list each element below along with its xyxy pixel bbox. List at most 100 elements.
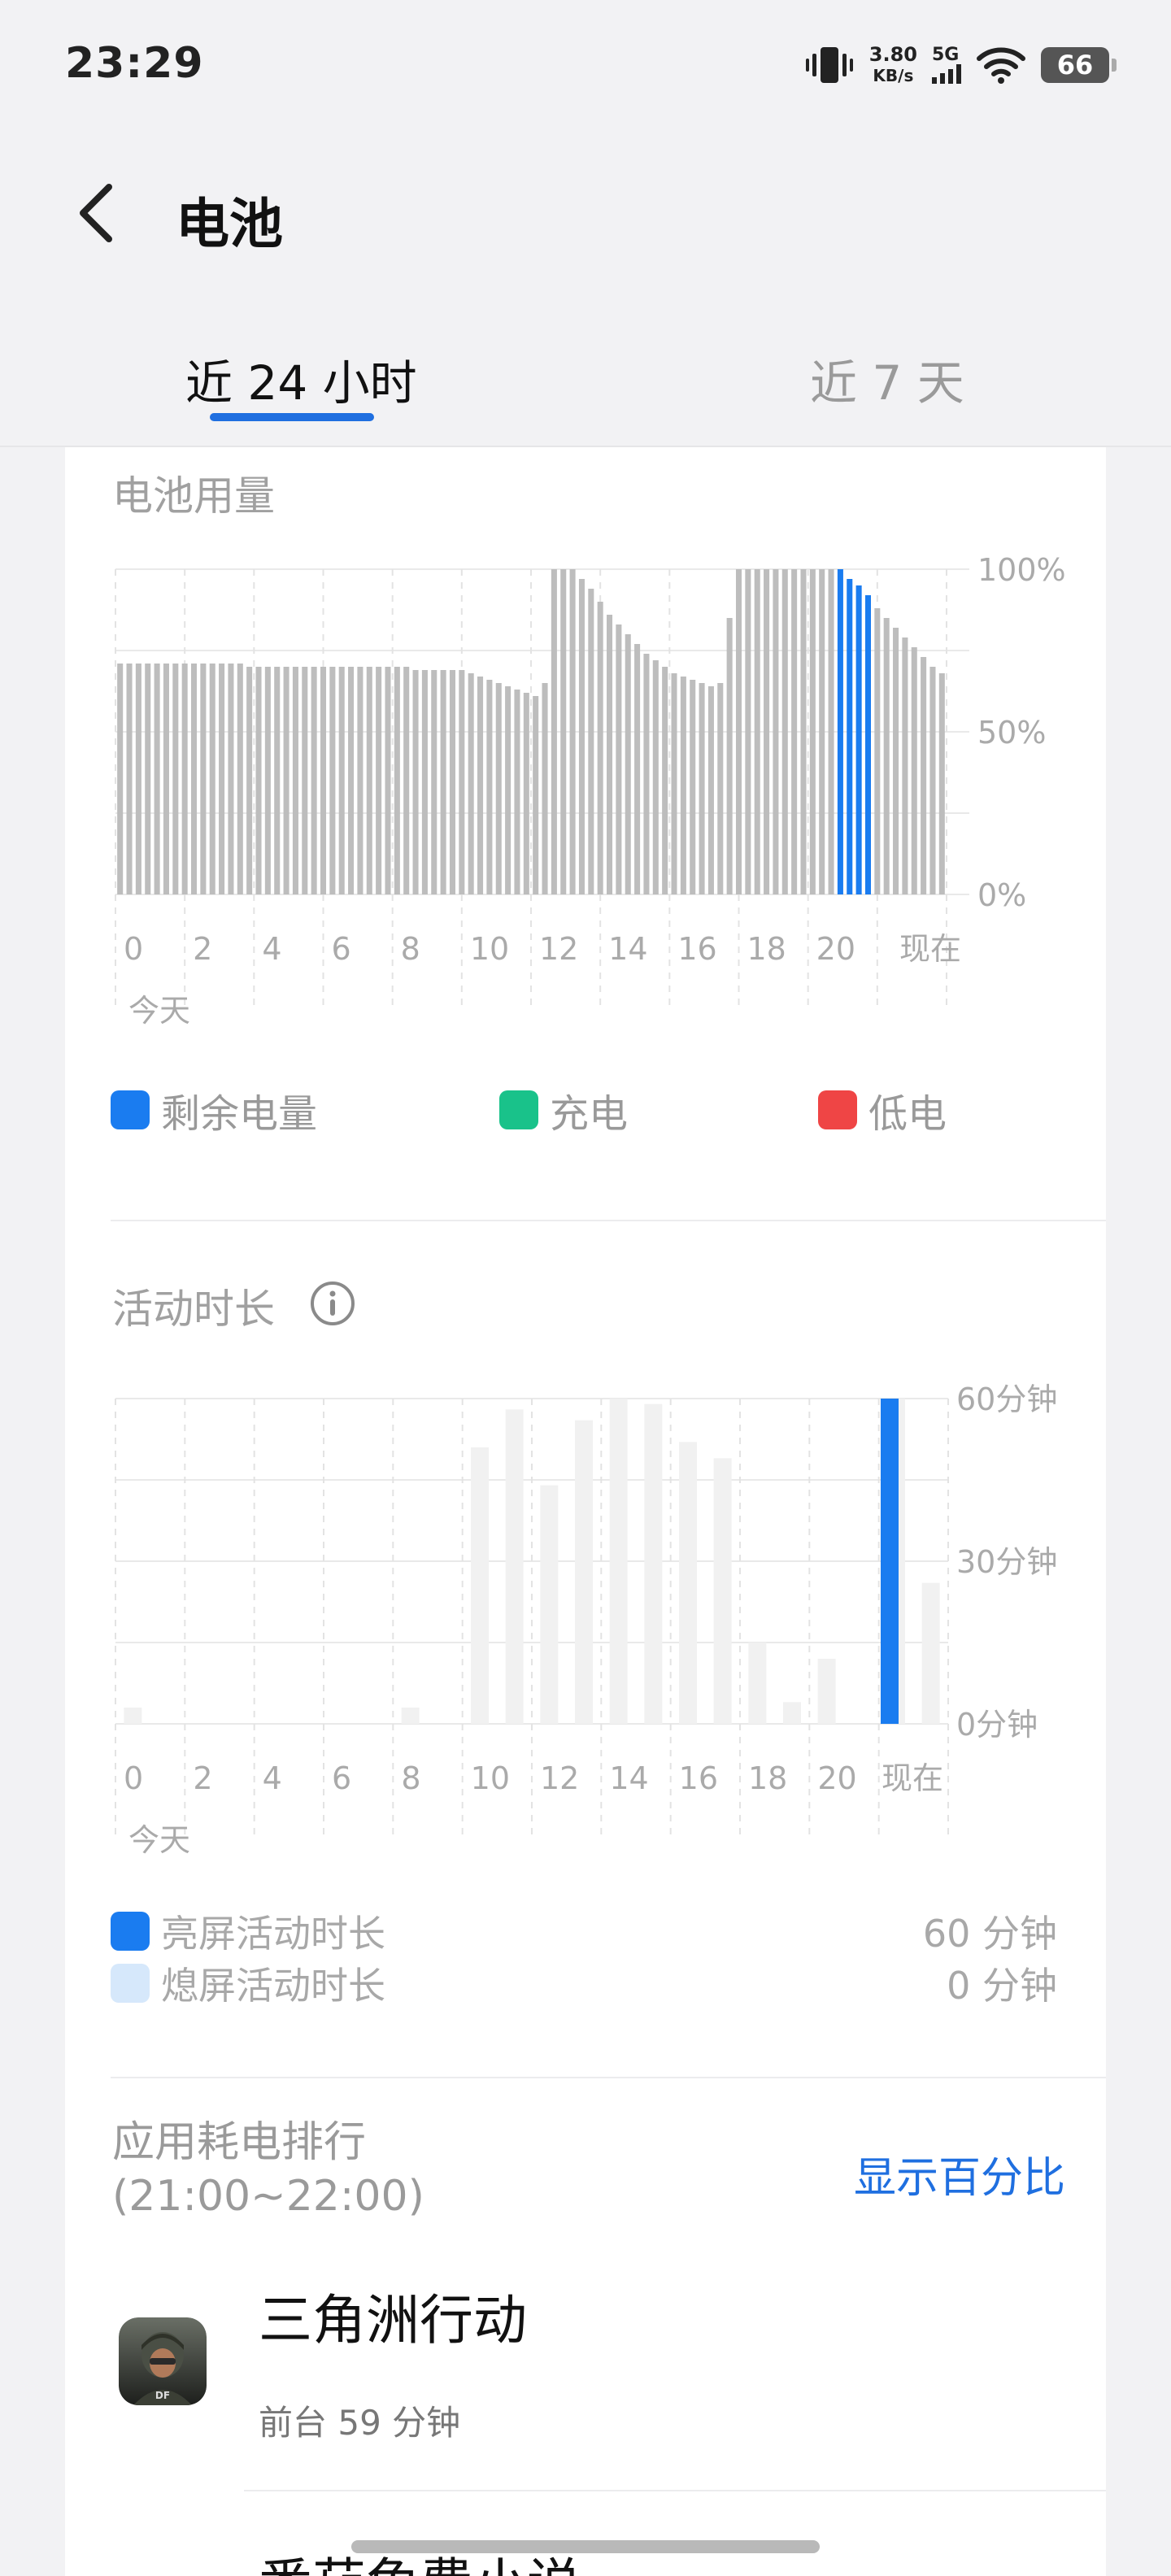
battery-bar	[449, 670, 455, 894]
status-icons: 3.80 KB/s 5G 66	[804, 36, 1117, 94]
battery-bar	[607, 615, 613, 894]
battery-bar	[690, 680, 696, 894]
legend-swatch-screen-off	[111, 1964, 150, 2003]
battery-bar	[154, 664, 160, 894]
battery-bar	[726, 618, 733, 894]
battery-bar	[366, 667, 372, 894]
network-speed-unit: KB/s	[873, 66, 914, 85]
x-tick-label: 20	[817, 1760, 856, 1796]
battery-bar	[421, 670, 428, 894]
ranking-title: 应用耗电排行 (21:00~22:00)	[112, 2116, 424, 2223]
svg-text:DF: DF	[155, 2390, 170, 2401]
battery-bar	[145, 664, 151, 894]
battery-indicator: 66	[1041, 47, 1117, 83]
battery-bar	[486, 680, 493, 894]
battery-bar	[172, 664, 179, 894]
screen-off-bar	[575, 1420, 593, 1724]
app-usage-detail: 前台 59 分钟	[259, 2403, 461, 2443]
network-type: 5G	[932, 45, 960, 65]
info-icon[interactable]	[309, 1280, 356, 1327]
section-divider	[111, 2077, 1106, 2078]
battery-bar	[523, 693, 529, 894]
screen-off-bar	[609, 1399, 628, 1724]
x-tick-label: 8	[401, 931, 420, 967]
x-tick-label: 8	[401, 1760, 420, 1796]
screen-off-bar	[471, 1447, 489, 1724]
x-tick-label: 4	[262, 931, 281, 967]
battery-bar	[938, 673, 945, 894]
battery-bar	[412, 670, 419, 894]
screen-on-duration: 60 分钟	[922, 1912, 1057, 1956]
legend-swatch-remaining	[111, 1090, 150, 1129]
battery-bar	[274, 667, 281, 894]
day-label: 今天	[128, 993, 190, 1029]
y-tick-label: 0分钟	[956, 1707, 1038, 1743]
battery-bar	[662, 667, 668, 894]
legend-swatch-screen-on	[111, 1912, 150, 1951]
battery-bar	[533, 696, 539, 894]
tab-24-hours[interactable]: 近 24 小时	[185, 345, 417, 413]
battery-bar	[505, 686, 511, 894]
activity-title: 活动时长	[112, 1286, 275, 1333]
x-tick-label: 2	[193, 1760, 212, 1796]
battery-bar	[431, 670, 437, 894]
battery-bar	[228, 664, 234, 894]
x-tick-label: 18	[747, 931, 786, 967]
status-time: 23:29	[65, 39, 204, 88]
battery-bar	[745, 569, 751, 894]
battery-bar	[237, 664, 243, 894]
battery-bar	[569, 569, 576, 894]
battery-bar	[929, 667, 936, 894]
battery-bar	[791, 569, 798, 894]
show-percentage-button[interactable]: 显示百分比	[854, 2143, 1065, 2204]
battery-bar	[376, 667, 382, 894]
battery-bar	[634, 644, 641, 894]
screen-off-bar	[124, 1708, 142, 1724]
x-tick-label: 16	[679, 1760, 718, 1796]
battery-bar	[348, 667, 355, 894]
screen-off-bar	[783, 1702, 801, 1724]
battery-bar	[735, 569, 742, 894]
screen-off-bar	[505, 1409, 524, 1724]
delta-force-app-icon: DF	[119, 2317, 207, 2405]
y-tick-label: 0%	[977, 877, 1026, 913]
home-indicator[interactable]	[351, 2540, 820, 2553]
legend-swatch-low	[818, 1090, 857, 1129]
x-tick-label: 0	[124, 931, 143, 967]
legend-charging: 充电	[499, 1081, 628, 1138]
battery-bar	[707, 686, 714, 894]
battery-bar	[781, 569, 788, 894]
battery-bar	[440, 670, 446, 894]
x-tick-label: 6	[332, 931, 351, 967]
wifi-icon	[977, 47, 1025, 84]
battery-bar	[403, 667, 410, 894]
active-tab-indicator	[210, 413, 374, 421]
battery-bar	[560, 569, 567, 894]
battery-bar	[329, 667, 336, 894]
x-tick-label: 6	[332, 1760, 351, 1796]
battery-bar	[921, 657, 927, 894]
battery-bar	[468, 673, 474, 894]
battery-bar	[699, 683, 705, 894]
battery-bar	[578, 579, 585, 894]
page-title: 电池	[176, 193, 283, 255]
tab-7-days[interactable]: 近 7 天	[810, 345, 964, 413]
battery-bar	[800, 569, 807, 894]
battery-usage-chart: 100% 50% 0% 0 2 4 6 8 10 12 14 16 18 20 现在 今天	[115, 553, 1066, 1029]
screen-off-bar	[748, 1643, 767, 1724]
battery-bar	[302, 667, 308, 894]
x-tick-label: 现在	[882, 1760, 943, 1796]
section-divider	[111, 1220, 1106, 1221]
battery-bar	[191, 664, 198, 894]
app-row[interactable]: DF 三角洲行动 前台 59 分钟	[112, 2277, 1106, 2488]
battery-bar	[385, 667, 391, 894]
x-tick-label: 现在	[899, 931, 961, 967]
battery-bar	[514, 690, 520, 894]
battery-bar	[135, 664, 141, 894]
back-arrow-icon[interactable]	[70, 181, 127, 246]
battery-bar	[911, 647, 917, 894]
cellular-signal: 5G	[932, 46, 961, 84]
battery-bar	[754, 569, 760, 894]
battery-bar	[671, 673, 677, 894]
battery-bar	[828, 569, 834, 894]
